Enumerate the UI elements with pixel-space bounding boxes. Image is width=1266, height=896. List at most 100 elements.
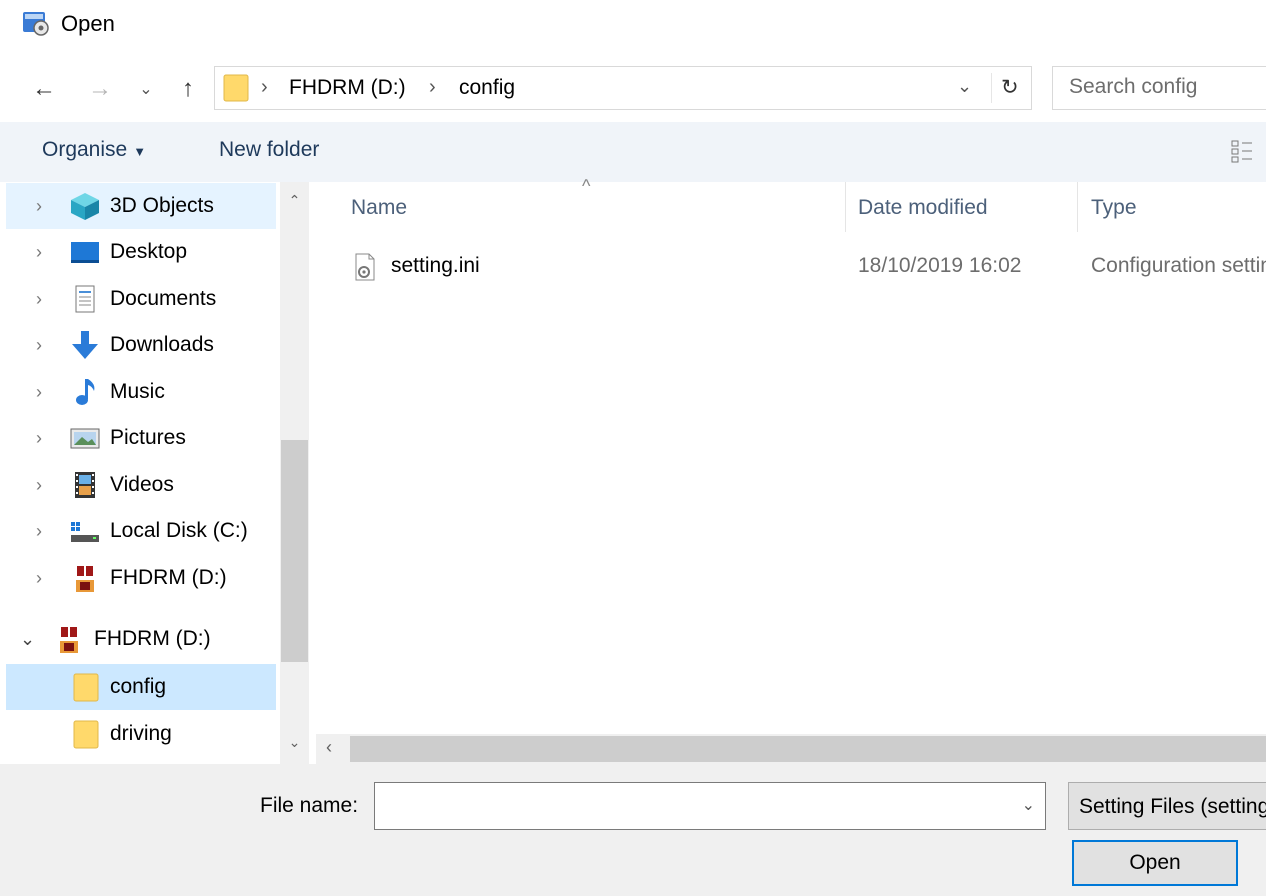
up-button[interactable]: ↑ xyxy=(170,72,206,106)
desktop-icon xyxy=(71,242,99,263)
chevron-right-icon[interactable]: › xyxy=(36,568,42,589)
nav-item-driving[interactable]: driving xyxy=(6,711,276,757)
music-note-icon xyxy=(76,379,95,405)
chevron-right-icon[interactable]: › xyxy=(36,428,42,449)
recent-locations-button[interactable]: ⌄ xyxy=(132,72,160,106)
nav-item-label: Music xyxy=(110,380,165,403)
column-separator[interactable] xyxy=(845,182,846,232)
sd-card-icon xyxy=(75,564,95,592)
breadcrumb-separator-icon[interactable]: › xyxy=(261,76,268,99)
open-button[interactable]: Open xyxy=(1072,840,1238,886)
title-bar: Open xyxy=(0,0,1266,52)
chevron-right-icon[interactable]: › xyxy=(36,521,42,542)
address-row: ← → ⌄ ↑ › FHDRM (D:) › config ⌄ ↻ xyxy=(0,52,1266,122)
nav-item-fhdrm-drive[interactable]: › FHDRM (D:) xyxy=(6,555,276,601)
download-arrow-icon xyxy=(72,331,98,359)
nav-item-label: Pictures xyxy=(110,426,186,449)
document-icon xyxy=(75,285,95,313)
file-name[interactable]: setting.ini xyxy=(391,254,480,278)
window-title: Open xyxy=(61,11,115,36)
address-history-chevron-icon[interactable]: ⌄ xyxy=(957,76,972,97)
breadcrumb-separator-icon[interactable]: › xyxy=(429,76,436,99)
nav-item-label: Videos xyxy=(110,473,174,496)
caret-down-icon: ▼ xyxy=(133,144,147,159)
organise-button[interactable]: Organise ▼ xyxy=(42,138,146,162)
column-header-date-modified[interactable]: Date modified xyxy=(858,196,988,220)
column-separator[interactable] xyxy=(1077,182,1078,232)
nav-item-3d-objects[interactable]: › 3D Objects xyxy=(6,183,276,229)
chevron-right-icon[interactable]: › xyxy=(36,335,42,356)
file-date-modified: 18/10/2019 16:02 xyxy=(858,254,1022,277)
settings-file-icon xyxy=(355,253,375,281)
forward-button[interactable]: → xyxy=(82,72,118,106)
file-name-label: File name: xyxy=(260,794,359,817)
nav-scrollbar-thumb[interactable] xyxy=(281,440,308,662)
nav-item-label: config xyxy=(110,675,167,698)
cube-icon xyxy=(71,193,99,220)
chevron-right-icon[interactable]: › xyxy=(36,289,42,310)
address-bar[interactable]: › FHDRM (D:) › config ⌄ ↻ xyxy=(214,66,1032,110)
column-header-name[interactable]: Name xyxy=(351,196,407,220)
nav-item-label: driving xyxy=(110,722,172,745)
file-name-combobox[interactable]: ⌄ xyxy=(374,782,1046,830)
nav-item-label: FHDRM (D:) xyxy=(110,566,227,589)
chevron-down-icon[interactable]: ⌄ xyxy=(1022,795,1035,815)
hard-drive-icon xyxy=(71,522,99,542)
folder-icon xyxy=(73,720,99,749)
chevron-down-icon: ⌄ xyxy=(139,81,153,98)
nav-item-fhdrm-drive-expanded[interactable]: ⌄ FHDRM (D:) xyxy=(6,616,276,662)
nav-item-videos[interactable]: › Videos xyxy=(6,462,276,508)
nav-item-local-disk[interactable]: › Local Disk (C:) xyxy=(6,508,276,554)
nav-item-desktop[interactable]: › Desktop xyxy=(6,229,276,275)
nav-item-label: Downloads xyxy=(110,333,214,356)
file-row[interactable]: setting.ini 18/10/2019 16:02 Configurati… xyxy=(316,246,1266,286)
nav-item-music[interactable]: › Music xyxy=(6,369,276,415)
search-box[interactable] xyxy=(1052,66,1266,110)
hscrollbar-thumb[interactable] xyxy=(350,736,1266,762)
nav-item-label: Documents xyxy=(110,287,217,310)
film-strip-icon xyxy=(75,472,95,498)
nav-item-label: 3D Objects xyxy=(110,194,214,217)
bottom-panel: File name: ⌄ Setting Files (setting.ini)… xyxy=(0,764,1266,896)
scroll-up-icon[interactable]: ⌃ xyxy=(281,192,308,209)
scroll-down-icon[interactable]: ⌄ xyxy=(281,734,308,751)
chevron-right-icon[interactable]: › xyxy=(36,475,42,496)
chevron-right-icon[interactable]: › xyxy=(36,196,42,217)
scroll-left-icon[interactable]: ‹ xyxy=(326,737,332,758)
search-input[interactable] xyxy=(1053,67,1253,107)
organise-label: Organise xyxy=(42,138,128,161)
column-header-type[interactable]: Type xyxy=(1091,196,1137,220)
sort-ascending-icon: ^ xyxy=(582,176,591,196)
breadcrumb-folder[interactable]: config xyxy=(459,76,515,100)
nav-item-downloads[interactable]: › Downloads xyxy=(6,322,276,368)
navigation-pane[interactable]: › 3D Objects › Desktop › Documents › Dow… xyxy=(0,182,309,764)
breadcrumb-drive[interactable]: FHDRM (D:) xyxy=(289,76,406,100)
new-folder-button[interactable]: New folder xyxy=(219,138,319,162)
file-type-filter-label: Setting Files (setting.ini) xyxy=(1079,795,1266,818)
nav-item-documents[interactable]: › Documents xyxy=(6,276,276,322)
chevron-down-icon[interactable]: ⌄ xyxy=(20,629,35,650)
file-name-input[interactable] xyxy=(375,783,1005,827)
file-type-filter[interactable]: Setting Files (setting.ini) xyxy=(1068,782,1266,830)
arrow-left-icon: ← xyxy=(32,75,56,102)
view-options-icon[interactable] xyxy=(1230,138,1254,164)
nav-item-label: FHDRM (D:) xyxy=(94,627,211,650)
refresh-icon[interactable]: ↻ xyxy=(1001,75,1019,100)
file-list-pane[interactable]: ^ Name Date modified Type setting.ini 18… xyxy=(316,176,1266,764)
file-type: Configuration settings xyxy=(1091,254,1266,277)
chevron-right-icon[interactable]: › xyxy=(36,382,42,403)
sd-card-icon xyxy=(59,625,79,653)
arrow-right-icon: → xyxy=(88,75,112,102)
nav-item-label: Local Disk (C:) xyxy=(110,519,248,542)
nav-item-pictures[interactable]: › Pictures xyxy=(6,415,276,461)
nav-item-label: Desktop xyxy=(110,240,188,263)
file-list-hscrollbar[interactable]: ‹ xyxy=(316,734,1266,764)
app-icon xyxy=(23,12,49,36)
folder-icon xyxy=(73,673,99,702)
chevron-right-icon[interactable]: › xyxy=(36,242,42,263)
command-toolbar: Organise ▼ New folder xyxy=(0,122,1266,182)
nav-item-config[interactable]: config xyxy=(6,664,276,710)
arrow-up-icon: ↑ xyxy=(182,75,194,102)
address-divider xyxy=(991,73,992,103)
back-button[interactable]: ← xyxy=(26,72,62,106)
